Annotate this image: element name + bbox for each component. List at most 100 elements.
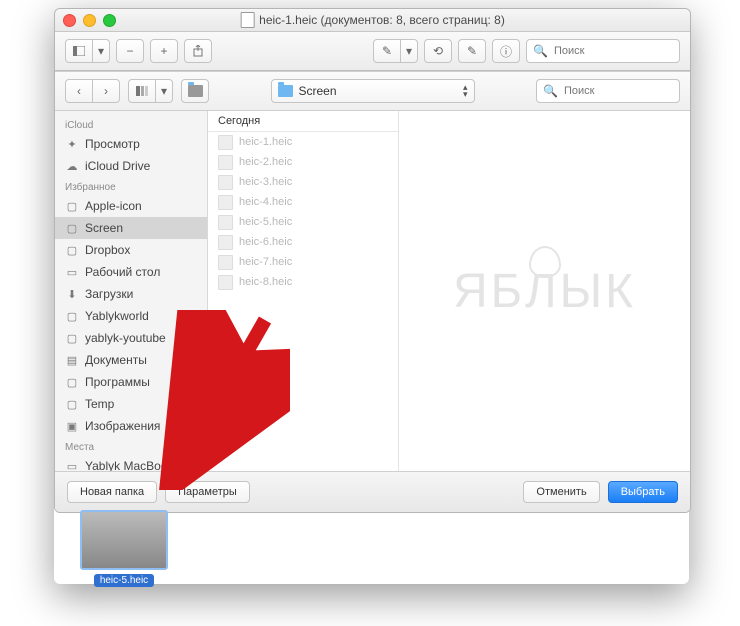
file-name: heic-4.heic (239, 196, 292, 208)
file-row[interactable]: heic-1.heic (208, 132, 398, 152)
sidebar-item-label: iCloud Drive (85, 159, 150, 173)
new-folder-button[interactable]: Новая папка (67, 481, 157, 503)
sidebar-menu-button[interactable]: ▾ (93, 39, 110, 63)
file-row[interactable]: heic-5.heic (208, 212, 398, 232)
file-row[interactable]: heic-3.heic (208, 172, 398, 192)
desktop-icon: ▭ (65, 266, 79, 278)
folder-icon: ▢ (65, 222, 79, 234)
share-button[interactable] (184, 39, 212, 63)
edit-button[interactable]: ✎ (458, 39, 486, 63)
file-row[interactable]: heic-4.heic (208, 192, 398, 212)
close-window-button[interactable] (63, 14, 76, 27)
minimize-window-button[interactable] (83, 14, 96, 27)
cloud-icon: ☁ (65, 160, 79, 172)
sidebar-item[interactable]: ▢ Apple-icon (55, 195, 207, 217)
sidebar-item[interactable]: ✦ Просмотр (55, 133, 207, 155)
file-column-header: Сегодня (208, 111, 398, 132)
sidebar-item[interactable]: ▢yablyk-youtube (55, 327, 207, 349)
markup-button[interactable]: ✎ (373, 39, 401, 63)
file-name: heic-6.heic (239, 236, 292, 248)
back-button[interactable]: ‹ (65, 79, 93, 103)
sheet-footer: Новая папка Параметры Отменить Выбрать (55, 471, 690, 512)
app-toolbar: ▾ − + ✎ ▾ ⟲ ✎ ⓘ 🔍 (55, 32, 690, 71)
folder-icon (278, 85, 293, 97)
file-thumb-icon (218, 195, 233, 210)
sidebar: iCloud ✦ Просмотр ☁ iCloud Drive Избранное ▢ Ap… (55, 111, 208, 471)
view-mode-button[interactable] (128, 79, 156, 103)
info-button[interactable]: ⓘ (492, 39, 520, 63)
sheet-toolbar: ‹ › ▾ Screen ▴▾ 🔍 (55, 72, 690, 111)
file-thumb-icon (218, 135, 233, 150)
zoom-out-button[interactable]: − (116, 39, 144, 63)
choose-button[interactable]: Выбрать (608, 481, 678, 503)
file-thumb-icon (218, 275, 233, 290)
folder-path-popup[interactable]: Screen ▴▾ (271, 79, 475, 103)
app-search-field[interactable]: 🔍 (526, 39, 680, 63)
image-icon: ▣ (65, 420, 79, 432)
file-name: heic-8.heic (239, 276, 292, 288)
path-folder-button[interactable] (181, 79, 209, 103)
sidebar-item[interactable]: ▤Документы (55, 349, 207, 371)
folder-icon: ▢ (65, 244, 79, 256)
current-folder-label: Screen (299, 84, 337, 98)
sidebar-item[interactable]: ▢Программы (55, 371, 207, 393)
view-mode-menu-button[interactable]: ▾ (156, 79, 173, 103)
watermark-text: ЯБЛЫК (453, 264, 636, 319)
sidebar-item[interactable]: ▭Рабочий стол (55, 261, 207, 283)
sheet-search-input[interactable] (562, 84, 673, 98)
file-name: heic-7.heic (239, 256, 292, 268)
sidebar-item-label: Apple-icon (85, 199, 142, 213)
app-search-input[interactable] (552, 44, 673, 58)
sidebar-item[interactable]: ⬇ Загрузки (55, 283, 207, 305)
sidebar-item[interactable]: ▭Yablyk MacBook (55, 455, 207, 471)
sidebar-section-header: Избранное (55, 177, 207, 195)
markup-menu-button[interactable]: ▾ (401, 39, 418, 63)
file-name: heic-3.heic (239, 176, 292, 188)
file-column: Сегодня heic-1.heic heic-2.heic heic-3.hei… (208, 111, 399, 471)
document-icon (240, 12, 254, 28)
sidebar-item-label: Dropbox (85, 243, 130, 257)
sidebar-section-header: Места (55, 437, 207, 455)
sidebar-section-header: iCloud (55, 115, 207, 133)
sidebar-item-label: Загрузки (85, 287, 133, 301)
file-row[interactable]: heic-8.heic (208, 272, 398, 292)
cancel-button[interactable]: Отменить (523, 481, 599, 503)
sidebar-item[interactable]: ▢ Dropbox (55, 239, 207, 261)
window-title: heic-1.heic (документов: 8, всего страни… (259, 13, 505, 27)
background-thumbnail-area: heic-5.heic (54, 510, 194, 587)
file-name: heic-5.heic (239, 216, 292, 228)
updown-icon: ▴▾ (463, 84, 468, 98)
sidebar-toggle-button[interactable] (65, 39, 93, 63)
preview-app-window: heic-1.heic (документов: 8, всего страни… (54, 8, 691, 513)
file-thumb-icon (218, 175, 233, 190)
folder-icon (188, 85, 203, 97)
preview-pane: ЯБЛЫК (399, 111, 690, 471)
file-row[interactable]: heic-6.heic (208, 232, 398, 252)
sheet-search-field[interactable]: 🔍 (536, 79, 680, 103)
star-icon: ✦ (65, 138, 79, 150)
sidebar-item[interactable]: ▢Yablykworld (55, 305, 207, 327)
file-row[interactable]: heic-2.heic (208, 152, 398, 172)
thumbnail-label: heic-5.heic (94, 574, 154, 587)
file-name: heic-2.heic (239, 156, 292, 168)
sidebar-item[interactable]: ☁ iCloud Drive (55, 155, 207, 177)
folder-icon: ▢ (65, 200, 79, 212)
file-row[interactable]: heic-7.heic (208, 252, 398, 272)
options-button[interactable]: Параметры (165, 481, 250, 503)
forward-button[interactable]: › (93, 79, 120, 103)
file-thumb-icon (218, 235, 233, 250)
download-icon: ⬇ (65, 288, 79, 300)
doc-icon: ▤ (65, 354, 79, 366)
file-thumb-icon (218, 255, 233, 270)
sidebar-item-label: Изображения (85, 419, 160, 433)
sidebar-item[interactable]: ▢ Screen (55, 217, 207, 239)
sidebar-item-label: Просмотр (85, 137, 140, 151)
thumbnail-image[interactable] (80, 510, 168, 570)
sidebar-item-label: Temp (85, 397, 114, 411)
sidebar-item[interactable]: ▢Temp (55, 393, 207, 415)
zoom-window-button[interactable] (103, 14, 116, 27)
zoom-in-button[interactable]: + (150, 39, 178, 63)
rotate-button[interactable]: ⟲ (424, 39, 452, 63)
sidebar-item[interactable]: ▣ Изображения (55, 415, 207, 437)
sidebar-item-label: Screen (85, 221, 123, 235)
